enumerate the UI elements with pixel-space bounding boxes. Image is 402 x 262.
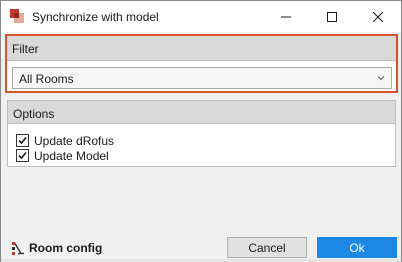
room-config-link[interactable]: Room config bbox=[11, 240, 102, 256]
maximize-button[interactable] bbox=[309, 1, 355, 32]
options-group-header: Options bbox=[8, 101, 395, 124]
close-button[interactable] bbox=[355, 1, 401, 32]
update-drofus-checkbox[interactable] bbox=[16, 134, 29, 147]
checkmark-icon bbox=[18, 151, 27, 160]
drofus-app-icon bbox=[10, 9, 24, 23]
room-config-icon bbox=[12, 242, 24, 255]
options-label: Options bbox=[13, 107, 55, 121]
minimize-icon bbox=[281, 16, 291, 17]
options-group: Options Update dRofus Update Model bbox=[7, 100, 396, 167]
window-title: Synchronize with model bbox=[32, 10, 159, 24]
filter-highlight-outline bbox=[5, 34, 398, 93]
update-model-label: Update Model bbox=[34, 148, 109, 163]
update-drofus-option[interactable]: Update dRofus bbox=[16, 133, 114, 148]
room-config-label: Room config bbox=[29, 241, 103, 255]
ok-button[interactable]: Ok bbox=[317, 237, 397, 258]
minimize-button[interactable] bbox=[263, 1, 309, 32]
update-model-checkbox[interactable] bbox=[16, 149, 29, 162]
update-drofus-label: Update dRofus bbox=[34, 133, 115, 148]
cancel-button[interactable]: Cancel bbox=[227, 237, 307, 258]
sync-dialog-window: Synchronize with model Filter All Rooms bbox=[0, 0, 402, 262]
checkmark-icon bbox=[18, 136, 27, 145]
close-icon bbox=[373, 11, 383, 22]
title-bar[interactable]: Synchronize with model bbox=[1, 1, 401, 32]
maximize-icon bbox=[327, 11, 337, 22]
update-model-option[interactable]: Update Model bbox=[16, 148, 109, 163]
